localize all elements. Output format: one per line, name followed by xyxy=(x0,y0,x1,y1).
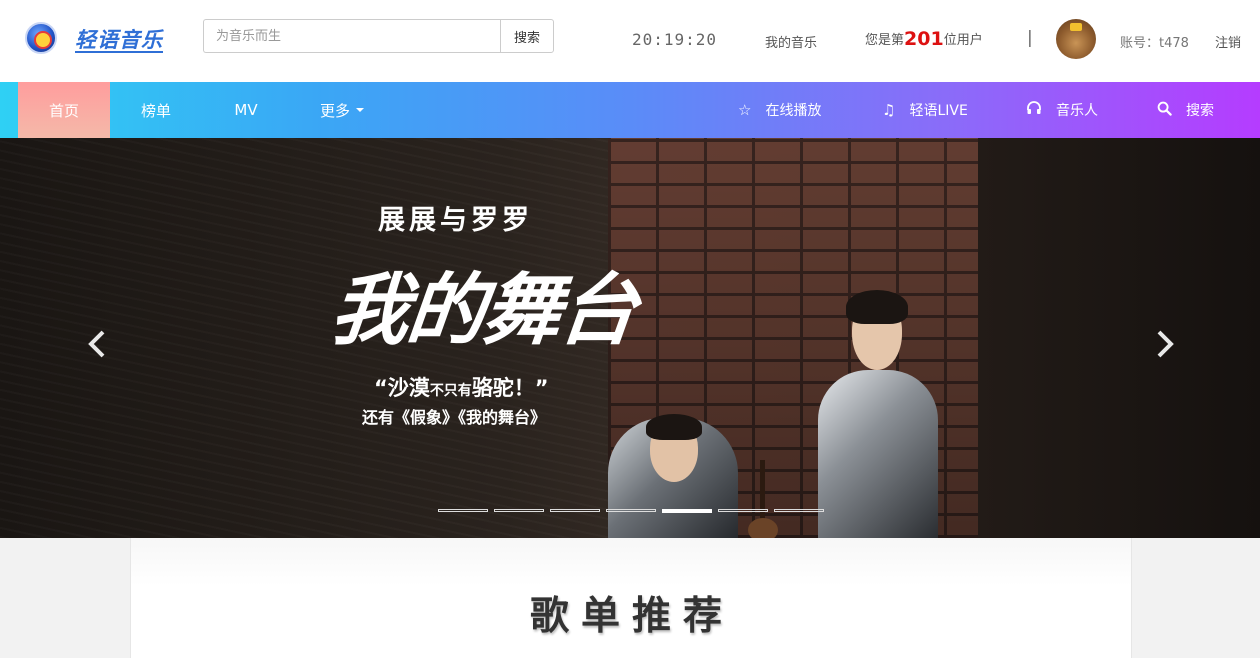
my-music-link[interactable]: 我的音乐 xyxy=(765,32,817,51)
banner-songs-line: 还有《假象》《我的舞台》 xyxy=(362,408,547,427)
banner-singer-1-hair xyxy=(646,414,702,440)
carousel-dot[interactable] xyxy=(606,509,656,512)
user-count-number: 201 xyxy=(904,28,944,50)
top-header: 轻语音乐 搜索 20:19:20 我的音乐 您是第201位用户 | 账号：t47… xyxy=(0,0,1260,82)
section-title: 歌单推荐 xyxy=(530,594,735,639)
nav-item-label: 更多 xyxy=(319,101,350,120)
user-count-prefix: 您是第 xyxy=(865,33,905,48)
banner-singer-2-hair xyxy=(846,290,908,324)
carousel-dot[interactable] xyxy=(438,509,488,512)
user-count-suffix: 位用户 xyxy=(943,33,983,48)
logo-icon[interactable] xyxy=(25,22,57,54)
user-count-text: 您是第201位用户 xyxy=(865,28,983,50)
nav-artists[interactable]: 音乐人 xyxy=(1026,82,1098,138)
nav-online-play-label: 在线播放 xyxy=(765,103,822,119)
nav-item-more-dropdown[interactable]: 更多 xyxy=(296,82,388,138)
account-label: 账号：t478 xyxy=(1120,36,1189,51)
banner-right-background xyxy=(978,138,1260,538)
star-icon: ☆ xyxy=(738,101,752,119)
nav-artists-label: 音乐人 xyxy=(1056,103,1098,119)
clock-display: 20:19:20 xyxy=(632,30,718,49)
search-icon xyxy=(1157,101,1172,120)
nav-search[interactable]: 搜索 xyxy=(1157,82,1214,138)
caret-down-icon xyxy=(356,108,364,112)
nav-item-label: 榜单 xyxy=(140,101,171,120)
logout-link[interactable]: 注销 xyxy=(1215,32,1241,51)
nav-item-label: MV xyxy=(234,101,258,119)
banner-quote: “沙漠不只有骆驼！” xyxy=(374,372,549,402)
search-input[interactable] xyxy=(203,19,501,53)
carousel-dot[interactable] xyxy=(774,509,824,512)
nav-item-label: 首页 xyxy=(48,101,79,120)
headphones-icon xyxy=(1026,100,1042,120)
banner-singer-2-body xyxy=(818,370,938,538)
banner-quote-part1: “沙漠 xyxy=(374,376,430,400)
nav-item-charts[interactable]: 榜单 xyxy=(110,82,202,138)
nav-item-mv[interactable]: MV xyxy=(200,82,292,138)
banner-quote-part2: 骆驼！” xyxy=(471,376,549,400)
carousel-next-arrow-icon[interactable] xyxy=(1146,326,1182,362)
logo-text[interactable]: 轻语音乐 xyxy=(75,24,163,54)
banner-title: 我的舞台 xyxy=(326,265,641,356)
main-nav: 首页 榜单 MV 更多 ☆ 在线播放 ♫ 轻语LIVE 音乐人 搜索 xyxy=(0,82,1260,138)
carousel-dot[interactable] xyxy=(550,509,600,512)
search-button[interactable]: 搜索 xyxy=(500,19,554,53)
music-note-icon: ♫ xyxy=(882,101,896,119)
nav-live-label: 轻语LIVE xyxy=(909,103,968,119)
banner-subtitle: 展展与罗罗 xyxy=(378,205,533,236)
avatar[interactable] xyxy=(1056,19,1096,59)
carousel-dot[interactable] xyxy=(662,509,712,513)
nav-online-play[interactable]: ☆ 在线播放 xyxy=(738,82,821,138)
banner-guitar xyxy=(748,518,778,538)
nav-live[interactable]: ♫ 轻语LIVE xyxy=(882,82,968,138)
header-divider: | xyxy=(1027,28,1033,48)
carousel-dot[interactable] xyxy=(718,509,768,512)
banner-quote-small: 不只有 xyxy=(429,383,472,399)
carousel-dot[interactable] xyxy=(494,509,544,512)
carousel-prev-arrow-icon[interactable] xyxy=(80,326,116,362)
nav-search-label: 搜索 xyxy=(1186,103,1214,119)
nav-item-home[interactable]: 首页 xyxy=(18,82,110,138)
carousel-indicators xyxy=(438,509,824,513)
